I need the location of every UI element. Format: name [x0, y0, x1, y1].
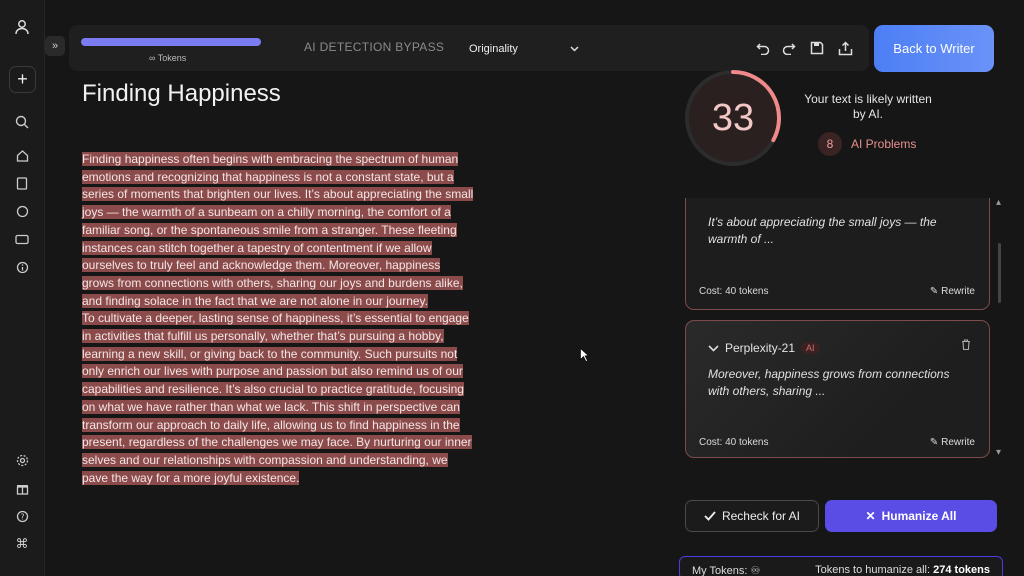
card-cost: Cost: 40 tokens — [699, 437, 769, 448]
back-to-writer-button[interactable]: Back to Writer — [874, 25, 994, 72]
ticket-icon[interactable] — [12, 229, 32, 249]
problem-card[interactable]: Perplexity-21 AI Moreover, happiness gro… — [685, 320, 990, 458]
share-icon[interactable] — [835, 38, 855, 58]
svg-text:?: ? — [20, 512, 24, 521]
scroll-up-arrow[interactable]: ▴ — [996, 197, 1001, 208]
detector-select[interactable]: Originality — [469, 39, 579, 59]
gift-icon[interactable] — [12, 478, 32, 498]
recheck-label: Recheck for AI — [721, 509, 801, 523]
pencil-icon: ✎ — [929, 437, 939, 448]
humanize-all-button[interactable]: ✕ Humanize All — [825, 500, 997, 532]
document-title[interactable]: Finding Happiness — [82, 80, 281, 108]
ai-score-gauge: 33 — [685, 70, 785, 170]
rewrite-button[interactable]: ✎ Rewrite — [930, 286, 975, 297]
document-body[interactable]: Finding happiness often begins with embr… — [82, 151, 474, 487]
plus-icon: + — [17, 69, 28, 89]
new-document-button[interactable]: + — [9, 66, 36, 93]
gear-icon[interactable] — [12, 450, 32, 470]
chevrons-right-icon: » — [51, 40, 59, 52]
humanize-label: Humanize All — [881, 509, 957, 523]
card-header[interactable]: Perplexity-21 AI — [708, 341, 820, 355]
command-icon[interactable]: ⌘ — [12, 534, 32, 554]
tokens-footer: My Tokens: ♾ Tokens to humanize all: 274… — [679, 556, 1003, 576]
home-icon[interactable] — [12, 145, 32, 165]
shuffle-icon: ✕ — [865, 509, 876, 523]
chat-icon[interactable] — [12, 201, 32, 221]
card-quote: It’s about appreciating the small joys —… — [708, 215, 937, 246]
ai-problems-link[interactable]: AI Problems — [851, 137, 916, 151]
tokens-to-humanize-value: 274 tokens — [933, 564, 990, 576]
ai-tag: AI — [801, 342, 820, 354]
tokens-to-humanize-label: Tokens to humanize all: — [815, 564, 934, 576]
toolbar: ∞ Tokens AI DETECTION BYPASS Originality — [69, 25, 869, 71]
mouse-pointer — [580, 347, 590, 362]
card-quote: Moreover, happiness grows from connectio… — [708, 367, 950, 398]
recheck-for-ai-button[interactable]: Recheck for AI — [685, 500, 819, 532]
rewrite-label: Rewrite — [941, 286, 975, 297]
chevron-down-icon[interactable] — [708, 341, 719, 355]
help-icon[interactable]: ? — [12, 506, 32, 526]
detector-select-value: Originality — [469, 43, 518, 55]
problem-card[interactable]: It’s about appreciating the small joys —… — [685, 198, 990, 310]
tokens-to-humanize: Tokens to humanize all: 274 tokens — [815, 564, 990, 576]
scroll-down-arrow[interactable]: ▾ — [996, 447, 1001, 458]
token-progress-bar — [81, 38, 261, 46]
problem-count-badge: 8 — [818, 132, 842, 156]
tab-ai-detection-bypass[interactable]: AI DETECTION BYPASS — [304, 40, 444, 54]
trash-icon[interactable] — [961, 339, 971, 353]
paragraph-1: Finding happiness often begins with embr… — [82, 152, 474, 308]
save-icon[interactable] — [807, 38, 827, 58]
scrollbar-thumb[interactable] — [998, 243, 1001, 303]
document-icon[interactable] — [12, 173, 32, 193]
rewrite-label: Rewrite — [941, 437, 975, 448]
redo-icon[interactable] — [779, 38, 799, 58]
card-name: Perplexity-21 — [725, 341, 796, 355]
score-message: Your text is likely written by AI. — [804, 92, 932, 121]
check-icon — [704, 511, 716, 521]
tokens-label: ∞ Tokens — [149, 53, 187, 63]
ai-score-value: 33 — [711, 96, 755, 139]
app-root: + ? ⌘ » ∞ Tokens AI DETECTION BYPASS Ori… — [0, 0, 1024, 576]
card-cost: Cost: 40 tokens — [699, 286, 769, 297]
pencil-icon: ✎ — [929, 286, 939, 297]
undo-icon[interactable] — [753, 38, 773, 58]
search-icon[interactable] — [12, 112, 32, 132]
left-sidebar: + ? ⌘ — [0, 0, 45, 576]
expand-sidebar-button[interactable]: » — [45, 36, 65, 56]
rewrite-button[interactable]: ✎ Rewrite — [930, 437, 975, 448]
problem-cards-list: It’s about appreciating the small joys —… — [684, 198, 992, 460]
chevron-down-icon — [570, 43, 579, 55]
user-icon[interactable] — [12, 17, 32, 37]
paragraph-2: To cultivate a deeper, lasting sense of … — [82, 311, 472, 485]
info-icon[interactable] — [12, 257, 32, 277]
my-tokens: My Tokens: ♾ — [692, 565, 761, 576]
